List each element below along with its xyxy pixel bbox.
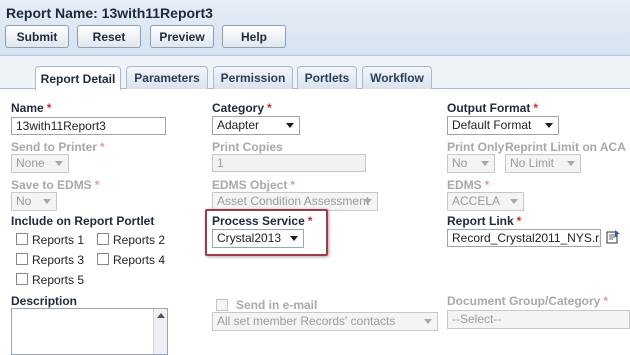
required-mark: * bbox=[46, 101, 52, 115]
chevron-down-icon bbox=[510, 199, 518, 204]
report-link-input[interactable]: Record_Crystal2011_NYS.rpt bbox=[447, 229, 601, 247]
name-label: Name * bbox=[11, 101, 52, 115]
document-group-select-value: --Select-- bbox=[452, 312, 502, 326]
output-format-select-value: Default Format bbox=[452, 118, 532, 132]
reprint-limit-label: Reprint Limit on ACA bbox=[505, 140, 626, 154]
send-in-email-label: Send in e-mail bbox=[236, 298, 318, 312]
required-mark: * bbox=[100, 140, 105, 154]
required-mark: * bbox=[94, 178, 100, 192]
send-in-email-checkbox[interactable] bbox=[216, 299, 228, 311]
edms-label: EDMS * bbox=[447, 178, 490, 192]
required-mark: * bbox=[267, 101, 272, 115]
print-only-select[interactable]: No bbox=[447, 154, 495, 173]
required-mark: * bbox=[603, 294, 609, 308]
required-mark: * bbox=[290, 178, 296, 192]
save-to-edms-select[interactable]: No bbox=[11, 192, 57, 211]
send-to-printer-select[interactable]: None bbox=[11, 154, 69, 173]
reports-2-checkbox[interactable] bbox=[97, 233, 109, 245]
reports-5-checkbox[interactable] bbox=[16, 273, 28, 285]
email-recipients-select-value: All set member Records' contacts bbox=[217, 314, 396, 328]
description-label: Description bbox=[11, 294, 78, 308]
reports-4-label: Reports 4 bbox=[113, 253, 166, 267]
reports-3-label: Reports 3 bbox=[32, 253, 85, 267]
edms-select[interactable]: ACCELA bbox=[447, 192, 524, 211]
reports-3-checkbox[interactable] bbox=[16, 253, 28, 265]
edms-object-select-value: Asset Condition Assessment bbox=[217, 194, 370, 208]
chevron-down-icon bbox=[286, 123, 294, 128]
email-recipients-select[interactable]: All set member Records' contacts bbox=[212, 312, 438, 331]
report-link-label: Report Link * bbox=[447, 214, 522, 228]
reset-button[interactable]: Reset bbox=[77, 25, 141, 48]
reprint-limit-select[interactable]: No Limit bbox=[505, 154, 581, 173]
output-format-label: Output Format * bbox=[447, 101, 538, 115]
reports-2-label: Reports 2 bbox=[113, 233, 166, 247]
chevron-down-icon bbox=[364, 199, 372, 204]
report-name-title: Report Name: 13with11Report3 bbox=[6, 5, 213, 21]
output-format-select[interactable]: Default Format bbox=[447, 116, 559, 135]
report-header: Report Name: 13with11Report3 Submit Rese… bbox=[0, 0, 630, 56]
preview-button[interactable]: Preview bbox=[150, 25, 214, 48]
category-select[interactable]: Adapter bbox=[212, 116, 300, 135]
chevron-down-icon bbox=[545, 123, 553, 128]
document-group-label: Document Group/Category * bbox=[447, 294, 609, 308]
send-to-printer-select-value: None bbox=[16, 156, 45, 170]
print-copies-label: Print Copies bbox=[212, 140, 283, 154]
browse-file-icon[interactable] bbox=[605, 229, 621, 245]
category-select-value: Adapter bbox=[217, 118, 260, 132]
tab-bar: Report Detail Parameters Permission Port… bbox=[0, 56, 630, 90]
edms-select-value: ACCELA bbox=[452, 194, 501, 208]
scroll-up-icon[interactable] bbox=[157, 313, 165, 318]
reports-1-label: Reports 1 bbox=[32, 233, 85, 247]
chevron-down-icon bbox=[481, 161, 489, 166]
tab-report-detail[interactable]: Report Detail bbox=[35, 66, 121, 90]
print-only-select-value: No bbox=[452, 156, 468, 170]
save-to-edms-select-value: No bbox=[16, 194, 32, 208]
reports-4-checkbox[interactable] bbox=[97, 253, 109, 265]
category-label: Category * bbox=[212, 101, 272, 115]
chevron-down-icon bbox=[55, 161, 63, 166]
tab-parameters[interactable]: Parameters bbox=[126, 66, 208, 89]
include-on-portlet-label: Include on Report Portlet bbox=[11, 214, 155, 228]
description-scrollbar[interactable] bbox=[153, 309, 167, 354]
chevron-down-icon bbox=[567, 161, 575, 166]
submit-button[interactable]: Submit bbox=[5, 25, 69, 48]
chevron-down-icon bbox=[424, 319, 432, 324]
tab-portlets[interactable]: Portlets bbox=[297, 66, 357, 89]
help-button[interactable]: Help bbox=[222, 25, 286, 48]
name-input[interactable]: 13with11Report3 bbox=[11, 117, 166, 135]
description-textarea[interactable] bbox=[11, 308, 168, 355]
tab-permission[interactable]: Permission bbox=[213, 66, 293, 89]
tab-workflow[interactable]: Workflow bbox=[362, 66, 432, 89]
document-group-select[interactable]: --Select-- bbox=[447, 310, 630, 329]
reports-5-label: Reports 5 bbox=[32, 273, 85, 287]
send-to-printer-label: Send to Printer * bbox=[11, 140, 105, 154]
required-mark: * bbox=[533, 101, 538, 115]
save-to-edms-label: Save to EDMS * bbox=[11, 178, 100, 192]
required-mark: * bbox=[516, 214, 522, 228]
reprint-limit-select-value: No Limit bbox=[510, 156, 555, 170]
edms-object-label: EDMS Object * bbox=[212, 178, 296, 192]
chevron-down-icon bbox=[43, 199, 51, 204]
print-copies-input[interactable]: 1 bbox=[212, 154, 366, 172]
process-service-highlight bbox=[205, 209, 328, 256]
required-mark: * bbox=[484, 178, 490, 192]
print-only-label: Print Only bbox=[447, 140, 505, 154]
reports-1-checkbox[interactable] bbox=[16, 233, 28, 245]
